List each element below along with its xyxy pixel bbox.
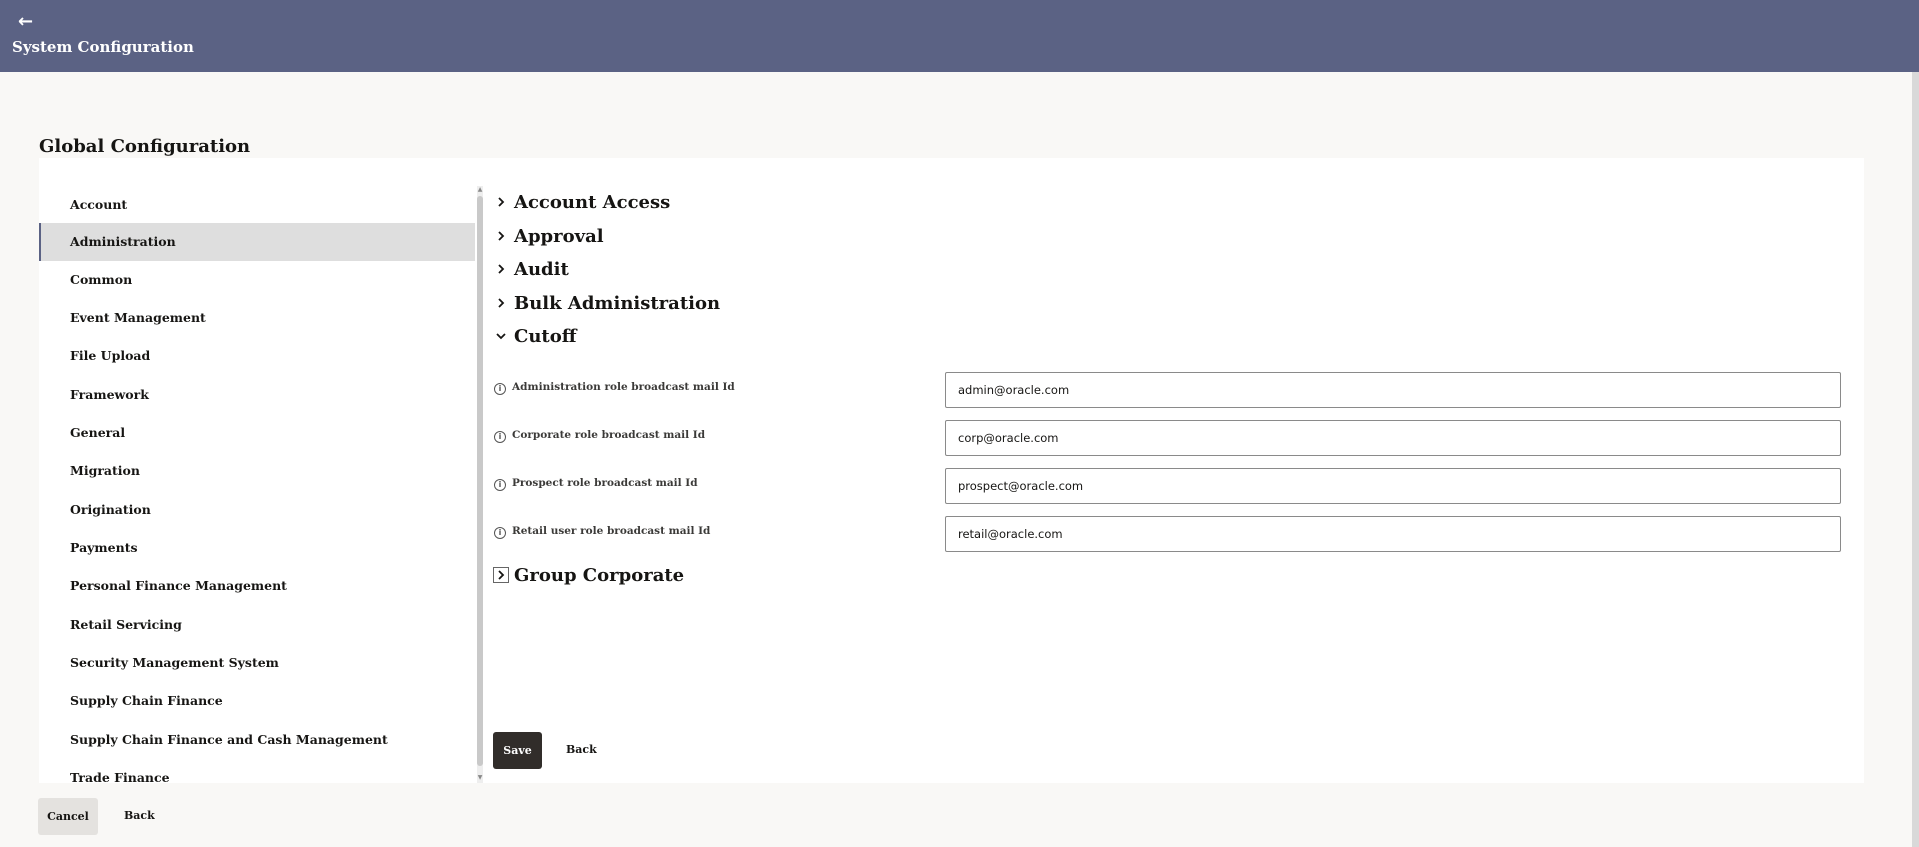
prospect-mail-input[interactable] <box>945 468 1841 504</box>
scroll-down-icon[interactable]: ▼ <box>477 775 483 781</box>
sidebar-item-label: File Upload <box>70 348 151 363</box>
sidebar-item-label: Common <box>70 272 133 287</box>
sidebar-item-origination[interactable]: Origination <box>39 491 475 529</box>
sidebar-item-framework[interactable]: Framework <box>39 376 475 414</box>
back-outer-button[interactable]: Back <box>118 808 161 823</box>
field-row-corporate-mail: i Corporate role broadcast mail Id <box>494 420 1841 456</box>
section-account-access[interactable]: Account Access <box>494 189 670 215</box>
sidebar-item-common[interactable]: Common <box>39 261 475 299</box>
sidebar-item-label: Payments <box>70 540 138 555</box>
sidebar-item-label: Migration <box>70 463 140 478</box>
back-arrow-icon[interactable]: ← <box>18 12 33 32</box>
sidebar-item-general[interactable]: General <box>39 414 475 452</box>
sidebar-item-label: Account <box>70 197 128 212</box>
sidebar-item-account[interactable]: Account <box>39 186 475 224</box>
sidebar-item-payments[interactable]: Payments <box>39 529 475 567</box>
sidebar-item-label: Security Management System <box>70 655 279 670</box>
info-icon[interactable]: i <box>494 479 506 491</box>
sidebar-item-administration[interactable]: Administration <box>39 223 475 261</box>
sidebar-item-label: Framework <box>70 387 149 402</box>
sidebar-item-label: Administration <box>70 234 176 249</box>
app-header: ← System Configuration <box>0 0 1912 72</box>
section-bulk-administration[interactable]: Bulk Administration <box>494 290 720 316</box>
section-audit[interactable]: Audit <box>494 256 569 282</box>
save-button[interactable]: Save <box>493 732 542 769</box>
window-scrollbar[interactable] <box>1912 0 1919 847</box>
sidebar-item-event-management[interactable]: Event Management <box>39 299 475 337</box>
sidebar-item-security-management-system[interactable]: Security Management System <box>39 644 475 682</box>
retail-mail-input[interactable] <box>945 516 1841 552</box>
sidebar-scrollbar-thumb[interactable] <box>477 196 483 766</box>
page-title: Global Configuration <box>39 136 251 157</box>
field-label: Prospect role broadcast mail Id <box>512 477 698 489</box>
section-label: Audit <box>514 258 569 280</box>
sidebar-item-trade-finance[interactable]: Trade Finance <box>39 759 475 783</box>
section-label: Account Access <box>514 191 671 213</box>
sidebar-item-personal-finance-management[interactable]: Personal Finance Management <box>39 567 475 605</box>
sidebar-item-label: General <box>70 425 126 440</box>
sidebar-item-label: Supply Chain Finance <box>70 693 223 708</box>
section-approval[interactable]: Approval <box>494 223 604 249</box>
sidebar-item-migration[interactable]: Migration <box>39 452 475 490</box>
info-icon[interactable]: i <box>494 527 506 539</box>
chevron-right-icon <box>493 567 509 583</box>
field-row-prospect-mail: i Prospect role broadcast mail Id <box>494 468 1841 504</box>
sidebar-item-label: Event Management <box>70 310 206 325</box>
field-row-retail-mail: i Retail user role broadcast mail Id <box>494 516 1841 552</box>
category-sidebar: Account Administration Common Event Mana… <box>39 186 475 783</box>
sidebar-item-label: Personal Finance Management <box>70 578 287 593</box>
section-group-corporate[interactable]: Group Corporate <box>493 562 685 588</box>
sidebar-item-label: Supply Chain Finance and Cash Management <box>70 732 388 747</box>
field-label: Retail user role broadcast mail Id <box>512 525 711 537</box>
sidebar-item-file-upload[interactable]: File Upload <box>39 337 475 375</box>
field-label: Corporate role broadcast mail Id <box>512 429 706 441</box>
sidebar-item-label: Trade Finance <box>70 770 170 783</box>
sidebar-item-label: Origination <box>70 502 151 517</box>
sidebar-item-label: Retail Servicing <box>70 617 182 632</box>
app-title: System Configuration <box>12 38 194 56</box>
sidebar-item-supply-chain-finance-cash-management[interactable]: Supply Chain Finance and Cash Management <box>39 721 475 759</box>
info-icon[interactable]: i <box>494 431 506 443</box>
section-label: Group Corporate <box>514 564 685 586</box>
section-label: Bulk Administration <box>514 292 721 314</box>
corporate-mail-input[interactable] <box>945 420 1841 456</box>
sidebar-item-retail-servicing[interactable]: Retail Servicing <box>39 606 475 644</box>
info-icon[interactable]: i <box>494 383 506 395</box>
chevron-right-icon <box>494 229 508 243</box>
section-cutoff[interactable]: Cutoff <box>494 323 577 349</box>
field-label: Administration role broadcast mail Id <box>512 381 735 393</box>
chevron-right-icon <box>494 195 508 209</box>
chevron-right-icon <box>494 262 508 276</box>
sidebar-item-supply-chain-finance[interactable]: Supply Chain Finance <box>39 682 475 720</box>
chevron-right-icon <box>494 296 508 310</box>
section-label: Approval <box>514 225 604 247</box>
scroll-up-icon[interactable]: ▲ <box>477 187 483 193</box>
section-label: Cutoff <box>514 325 577 347</box>
admin-mail-input[interactable] <box>945 372 1841 408</box>
back-button[interactable]: Back <box>560 742 603 757</box>
field-row-admin-mail: i Administration role broadcast mail Id <box>494 372 1841 408</box>
cancel-button[interactable]: Cancel <box>38 798 98 835</box>
chevron-down-icon <box>494 329 508 343</box>
